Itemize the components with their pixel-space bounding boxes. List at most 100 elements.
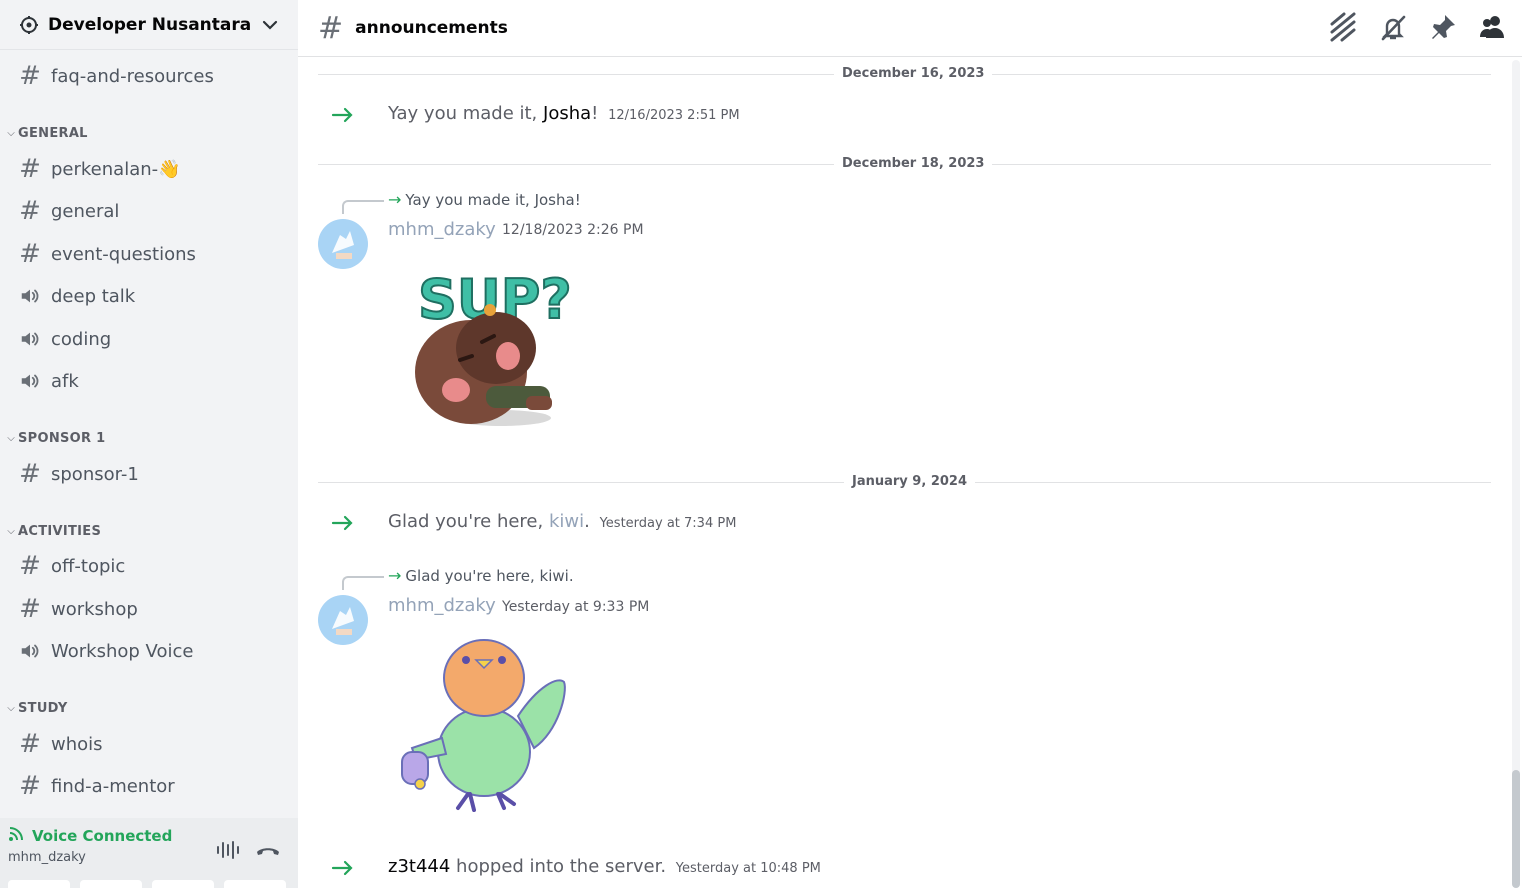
system-message-welcome: Yay you made it, Josha! 12/16/2023 2:51 … bbox=[388, 103, 740, 124]
channel-title: announcements bbox=[355, 18, 508, 38]
date-divider: January 9, 2024 bbox=[318, 474, 1491, 489]
server-header[interactable]: Developer Nusantara bbox=[0, 0, 298, 50]
sticker-sup[interactable]: SUP? bbox=[406, 260, 576, 432]
channel-off-topic[interactable]: # off-topic bbox=[8, 548, 290, 584]
speaker-icon bbox=[18, 327, 42, 351]
timestamp[interactable]: 12/18/2023 2:26 PM bbox=[502, 222, 644, 238]
channel-deep-talk[interactable]: deep talk bbox=[8, 278, 290, 314]
channel-label: Workshop Voice bbox=[51, 640, 194, 662]
pin-icon[interactable] bbox=[1428, 12, 1458, 42]
chevron-down-icon: ⌵ bbox=[7, 525, 15, 537]
hash-icon: # bbox=[19, 61, 41, 91]
channel-faq-and-resources[interactable]: # faq-and-resources bbox=[8, 58, 290, 94]
category-activities[interactable]: ⌵ ACTIVITIES bbox=[4, 521, 101, 541]
timestamp[interactable]: Yesterday at 9:33 PM bbox=[502, 599, 649, 615]
voice-connection-panel: Voice Connected mhm_dzaky bbox=[0, 818, 298, 888]
voice-status[interactable]: Voice Connected bbox=[32, 827, 172, 845]
join-arrow-icon bbox=[331, 860, 353, 876]
date-divider: December 16, 2023 bbox=[318, 66, 1491, 81]
join-arrow-icon bbox=[331, 107, 353, 123]
waving-hand-emoji: 👋 bbox=[158, 158, 181, 180]
hash-icon: # bbox=[318, 10, 344, 46]
chevron-down-icon: ⌵ bbox=[7, 127, 15, 139]
reply-preview[interactable]: → Glad you're here, kiwi. bbox=[388, 566, 574, 585]
username-kiwi[interactable]: kiwi bbox=[549, 511, 584, 532]
message-author[interactable]: mhm_dzaky bbox=[388, 219, 496, 240]
channel-sponsor-1[interactable]: # sponsor-1 bbox=[8, 456, 290, 492]
system-message-join: z3t444 hopped into the server. Yesterday… bbox=[388, 856, 821, 877]
arrow-right-icon: → bbox=[388, 566, 402, 585]
hash-icon: # bbox=[19, 551, 41, 581]
channel-sidebar: Developer Nusantara # faq-and-resources … bbox=[0, 0, 298, 888]
speaker-icon bbox=[18, 639, 42, 663]
timestamp[interactable]: Yesterday at 7:34 PM bbox=[600, 516, 737, 531]
user-controls-strip bbox=[8, 880, 286, 888]
channel-label: afk bbox=[51, 370, 79, 392]
scrollbar-thumb[interactable] bbox=[1512, 770, 1520, 888]
channel-find-a-mentor[interactable]: # find-a-mentor bbox=[8, 768, 290, 804]
hash-icon: # bbox=[19, 154, 41, 184]
channel-label: sponsor-1 bbox=[51, 463, 139, 485]
channel-whois[interactable]: # whois bbox=[8, 726, 290, 762]
reply-preview[interactable]: → Yay you made it, Josha! bbox=[388, 190, 581, 209]
chevron-down-icon: ⌵ bbox=[7, 702, 15, 714]
channel-label: perkenalan-👋 bbox=[51, 158, 181, 180]
mute-icon[interactable] bbox=[1378, 12, 1408, 42]
arrow-right-icon: → bbox=[388, 190, 402, 209]
channel-label: faq-and-resources bbox=[51, 65, 214, 87]
channel-label: workshop bbox=[51, 598, 138, 620]
avatar[interactable] bbox=[318, 219, 368, 269]
category-sponsor[interactable]: ⌵ SPONSOR 1 bbox=[4, 428, 106, 448]
hash-icon: # bbox=[19, 594, 41, 624]
scrollbar-track[interactable] bbox=[1512, 60, 1520, 888]
timestamp[interactable]: 12/16/2023 2:51 PM bbox=[608, 108, 739, 123]
username-z3t444[interactable]: z3t444 bbox=[388, 856, 450, 877]
channel-general[interactable]: # general bbox=[8, 193, 290, 229]
server-name: Developer Nusantara bbox=[48, 14, 252, 35]
sticker-bird-wave[interactable] bbox=[398, 636, 570, 814]
speaker-icon bbox=[18, 284, 42, 308]
date-label: January 9, 2024 bbox=[844, 474, 975, 489]
hash-icon: # bbox=[19, 239, 41, 269]
category-general[interactable]: ⌵ GENERAL bbox=[4, 123, 88, 143]
message-author[interactable]: mhm_dzaky bbox=[388, 595, 496, 616]
members-icon[interactable] bbox=[1478, 12, 1508, 42]
channel-label: whois bbox=[51, 733, 103, 755]
signal-icon bbox=[8, 826, 26, 846]
channel-label: off-topic bbox=[51, 555, 126, 577]
channel-event-questions[interactable]: # event-questions bbox=[8, 236, 290, 272]
system-message-welcome: Glad you're here, kiwi. Yesterday at 7:3… bbox=[388, 511, 737, 532]
channel-afk[interactable]: afk bbox=[8, 363, 290, 399]
channel-workshop[interactable]: # workshop bbox=[8, 591, 290, 627]
channel-label: find-a-mentor bbox=[51, 775, 175, 797]
channel-coding[interactable]: coding bbox=[8, 321, 290, 357]
channel-label: deep talk bbox=[51, 285, 136, 307]
hash-icon: # bbox=[19, 729, 41, 759]
disconnect-button[interactable] bbox=[254, 838, 282, 862]
chevron-down-icon: ⌵ bbox=[7, 432, 15, 444]
voice-channel-user[interactable]: mhm_dzaky bbox=[8, 850, 290, 865]
chevron-down-icon bbox=[260, 15, 280, 35]
timestamp[interactable]: Yesterday at 10:48 PM bbox=[676, 861, 821, 876]
server-guide-icon bbox=[18, 14, 40, 36]
category-label: STUDY bbox=[18, 700, 68, 716]
date-label: December 18, 2023 bbox=[834, 156, 993, 171]
reply-connector bbox=[342, 200, 384, 214]
noise-suppression-button[interactable] bbox=[214, 838, 242, 862]
channel-label: event-questions bbox=[51, 243, 196, 265]
hash-icon: # bbox=[19, 196, 41, 226]
category-label: GENERAL bbox=[18, 125, 88, 141]
username-josha[interactable]: Josha bbox=[543, 103, 591, 124]
channel-workshop-voice[interactable]: Workshop Voice bbox=[8, 633, 290, 669]
date-divider: December 18, 2023 bbox=[318, 156, 1491, 171]
channel-label: coding bbox=[51, 328, 112, 350]
category-label: ACTIVITIES bbox=[18, 523, 102, 539]
hash-icon: # bbox=[19, 459, 41, 489]
threads-icon[interactable] bbox=[1328, 12, 1358, 42]
channel-label: general bbox=[51, 200, 120, 222]
channel-perkenalan[interactable]: # perkenalan-👋 bbox=[8, 151, 290, 187]
hash-icon: # bbox=[19, 771, 41, 801]
avatar[interactable] bbox=[318, 595, 368, 645]
category-study[interactable]: ⌵ STUDY bbox=[4, 698, 68, 718]
reply-connector bbox=[342, 576, 384, 590]
